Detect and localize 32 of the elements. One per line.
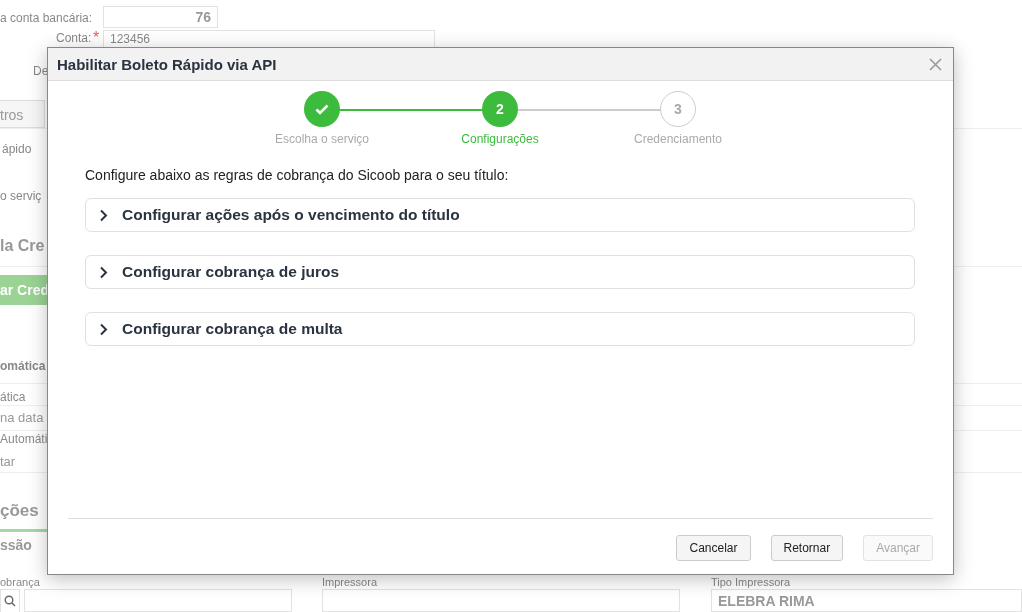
instruction-text: Configure abaixo as regras de cobrança do Sicoob para o seu título: <box>85 167 510 183</box>
step-label: Configurações <box>461 132 539 146</box>
field-label: obrança <box>0 576 40 588</box>
field-label: Impressora <box>322 576 378 588</box>
field-label: Automáti <box>0 432 48 446</box>
dialog-title: Habilitar Boleto Rápido via API <box>57 55 277 73</box>
step-marker: 2 <box>482 91 518 127</box>
section-heading: la Cre <box>0 237 45 255</box>
required-mark: * <box>93 29 100 47</box>
dialog-button[interactable]: Cancelar <box>676 534 751 561</box>
input-field[interactable]: 76 <box>103 6 218 28</box>
field-label: Conta: <box>56 31 92 45</box>
option-label: o serviç <box>0 189 42 203</box>
field-label: De <box>33 64 49 78</box>
section-heading: omática <box>0 359 46 373</box>
accordion-header[interactable]: Configurar cobrança de juros <box>85 255 915 289</box>
accordion-header[interactable]: Configurar ações após o vencimento do título <box>85 198 915 232</box>
accordion-header[interactable]: Configurar cobrança de multa <box>85 312 915 346</box>
field-value: na data <box>0 410 44 425</box>
input-field[interactable]: ELEBRA RIMA <box>711 589 1022 612</box>
section-heading: ssão <box>0 537 32 553</box>
field-label: Tipo Impressora <box>711 576 791 588</box>
field-label: a conta bancária: <box>0 11 93 25</box>
tab[interactable]: tros <box>0 100 45 128</box>
dialog-button[interactable]: Retornar <box>770 534 844 561</box>
step-label: Credenciamento <box>633 132 723 146</box>
step-marker: 3 <box>660 91 696 127</box>
section-heading: ções <box>0 501 39 521</box>
option-label: ápido <box>2 142 32 156</box>
field-label: ática <box>0 390 26 404</box>
field-value: tar <box>0 454 16 469</box>
step-label: Escolha o serviço <box>274 132 369 146</box>
